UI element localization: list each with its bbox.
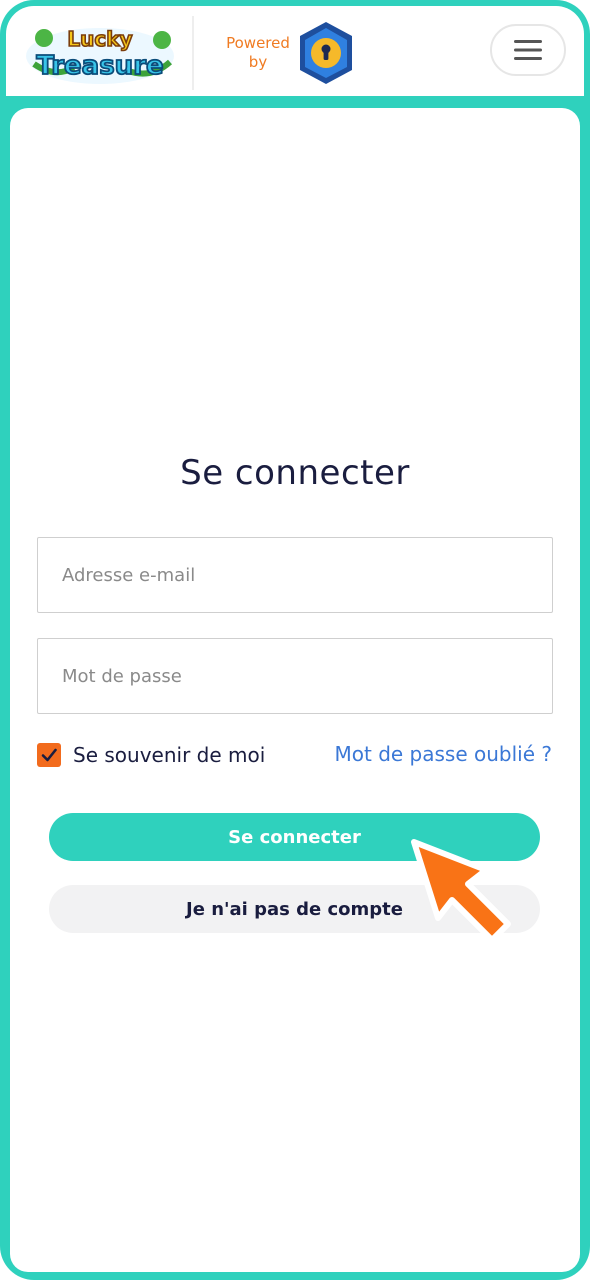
lucky-treasure-logo[interactable]: Lucky Treasure xyxy=(24,18,176,88)
powered-by-label: Powered by xyxy=(218,34,298,72)
top-header: Lucky Treasure Powered by xyxy=(6,6,584,96)
remember-label: Se souvenir de moi xyxy=(73,743,266,767)
pointer-arrow-icon xyxy=(406,834,516,946)
remember-checkbox[interactable] xyxy=(37,743,61,767)
email-field[interactable] xyxy=(37,537,553,613)
remember-me[interactable]: Se souvenir de moi xyxy=(37,742,265,768)
password-field[interactable] xyxy=(37,638,553,714)
svg-text:Treasure: Treasure xyxy=(36,51,163,81)
svg-text:Lucky: Lucky xyxy=(67,27,132,51)
forgot-password-link[interactable]: Mot de passe oublié ? xyxy=(335,742,553,766)
hamburger-icon xyxy=(514,40,542,60)
login-card: Se connecter Se souvenir de moi Mot de p… xyxy=(10,108,580,1272)
device-frame: Lucky Treasure Powered by Se connecter A… xyxy=(0,0,590,1280)
powered-line1: Powered xyxy=(226,34,290,52)
header-divider xyxy=(192,16,194,90)
page-title: Se connecter xyxy=(180,453,410,493)
powered-line2: by xyxy=(248,53,268,71)
menu-button[interactable] xyxy=(490,24,566,76)
shield-lock-icon xyxy=(296,20,356,86)
checkmark-icon xyxy=(41,748,57,762)
